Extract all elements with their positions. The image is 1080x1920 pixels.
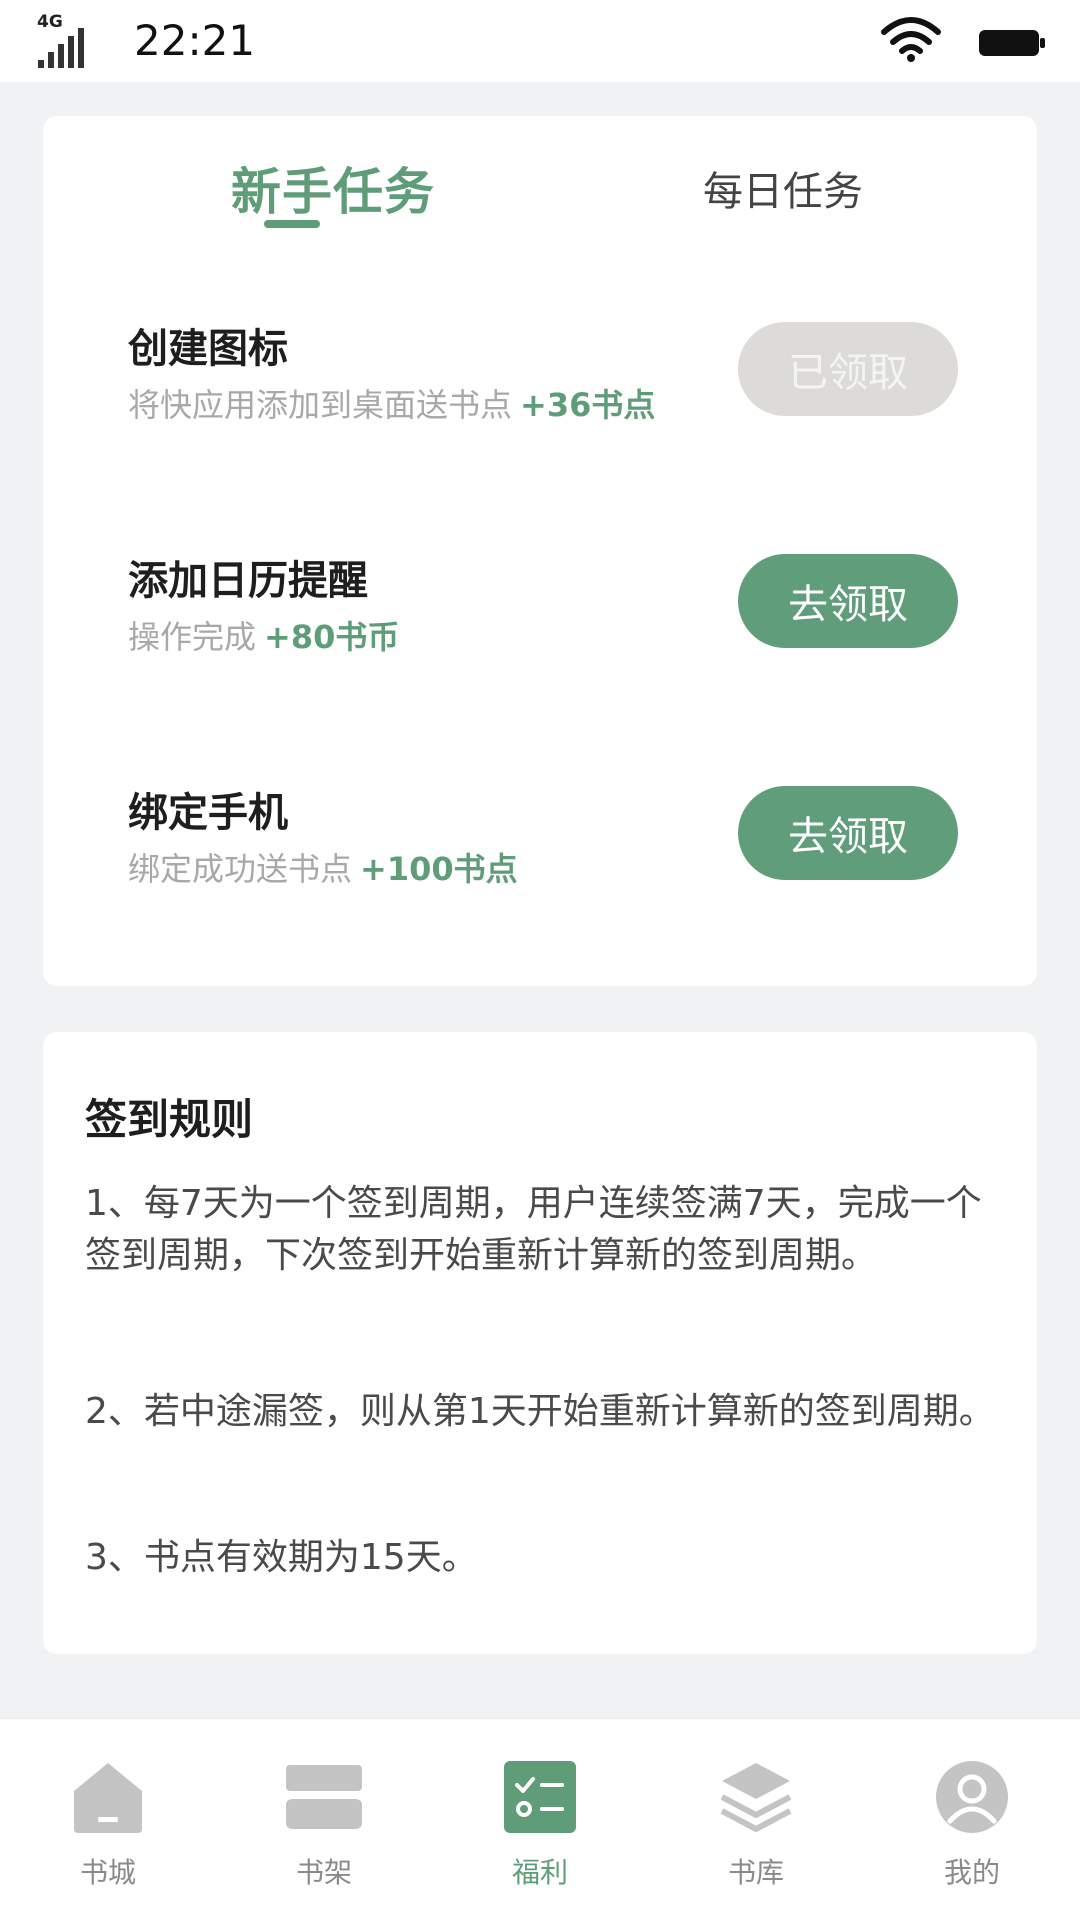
task-description: 绑定成功送书点 +100书点 [128,844,518,890]
task-title: 绑定手机 [128,790,288,836]
profile-icon [936,1761,1008,1833]
tab-daily-tasks[interactable]: 每日任务 [663,152,903,217]
tab-daily-label: 每日任务 [703,169,863,215]
nav-label: 书城 [79,1856,136,1889]
task-title: 创建图标 [128,326,288,372]
nav-item-library[interactable]: 书库 [686,1757,826,1897]
home-icon [74,1763,142,1833]
tab-newbie-tasks[interactable]: 新手任务 [183,152,483,224]
task-create-icon: 创建图标 将快应用添加到桌面送书点 +36书点 已领取 [128,316,958,426]
rules-title: 签到规则 [85,1095,254,1144]
screen: 4G 22:21 新手任务 每日任务 创建图标 将快应用添加到桌面送书点 +36… [0,0,1080,1920]
clock: 22:21 [134,16,256,65]
active-tab-indicator [264,220,320,228]
nav-item-bookshelf[interactable]: 书架 [254,1757,394,1897]
claimed-button[interactable]: 已领取 [738,322,958,416]
signal-strength-icon [38,28,84,68]
nav-label: 福利 [511,1856,568,1889]
task-description: 将快应用添加到桌面送书点 +36书点 [128,380,655,426]
task-bind-phone: 绑定手机 绑定成功送书点 +100书点 去领取 [128,780,958,890]
library-icon [720,1763,792,1832]
rule-item: 3、书点有效期为15天。 [85,1537,478,1578]
bottom-tab-bar: 书城 书架 福利 书库 我的 [0,1718,1080,1920]
task-card: 新手任务 每日任务 创建图标 将快应用添加到桌面送书点 +36书点 已领取 添加日… [43,116,1037,986]
claim-button[interactable]: 去领取 [738,554,958,648]
task-desc-text: 操作完成 [128,618,257,656]
task-reward: +36书点 [520,386,656,424]
task-desc-text: 绑定成功送书点 [128,850,353,888]
task-reward: +100书点 [360,850,518,888]
checkin-rules-card: 签到规则 1、每7天为一个签到周期，用户连续签满7天，完成一个签到周期，下次签到… [43,1032,1037,1654]
task-desc-text: 将快应用添加到桌面送书点 [128,386,513,424]
nav-label: 我的 [943,1856,1000,1889]
task-calendar-reminder: 添加日历提醒 操作完成 +80书币 去领取 [128,548,958,658]
rule-item: 1、每7天为一个签到周期，用户连续签满7天，完成一个签到周期，下次签到开始重新计… [85,1183,982,1276]
status-bar: 4G 22:21 [0,0,1080,82]
nav-item-profile[interactable]: 我的 [902,1757,1042,1897]
task-title: 添加日历提醒 [128,558,368,604]
nav-item-welfare[interactable]: 福利 [470,1757,610,1897]
tab-newbie-label: 新手任务 [231,163,435,221]
task-description: 操作完成 +80书币 [128,612,399,658]
bookshelf-icon [286,1765,362,1829]
task-reward: +80书币 [264,618,400,656]
battery-icon [979,30,1045,56]
nav-label: 书库 [727,1856,784,1889]
nav-label: 书架 [295,1856,352,1889]
nav-item-bookstore[interactable]: 书城 [38,1757,178,1897]
wifi-icon [881,17,941,62]
claim-button[interactable]: 去领取 [738,786,958,880]
rule-item: 2、若中途漏签，则从第1天开始重新计算新的签到周期。 [85,1391,995,1432]
welfare-icon [504,1761,576,1833]
